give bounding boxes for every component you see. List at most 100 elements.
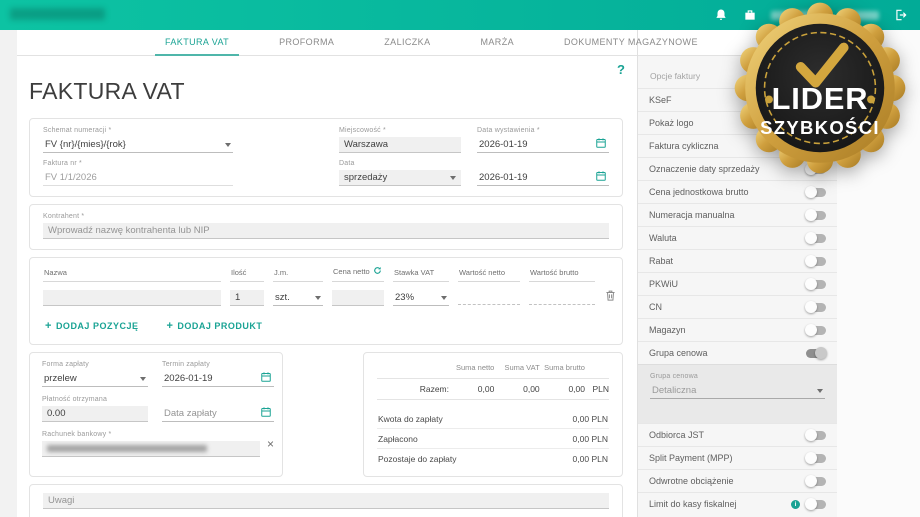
cn-toggle[interactable] <box>805 301 826 313</box>
suma-netto-header: Suma netto <box>455 363 495 372</box>
option-magazyn: Magazyn <box>638 318 837 341</box>
item-jm-select[interactable]: szt. <box>273 290 323 306</box>
miejscowosc-label: Miejscowość * <box>339 127 386 134</box>
odbiorca-jst-toggle[interactable] <box>805 429 826 441</box>
forma-zaplaty-select[interactable]: przelew <box>42 371 148 387</box>
clear-x-icon[interactable]: × <box>267 437 274 451</box>
notes-card: Uwagi Osoba upoważniona do wystawienia O… <box>29 484 623 517</box>
suma-vat-header: Suma VAT <box>504 363 540 372</box>
grupa-cenowa-label: Grupa cenowa <box>650 373 698 380</box>
data-type-select[interactable]: sprzedaży <box>339 170 461 186</box>
badge-subtitle: SZYBKOŚCI <box>760 117 880 138</box>
summary-razem-row: Razem: 0,00 0,00 0,00 PLN <box>377 378 609 400</box>
chevron-down-icon <box>441 295 447 300</box>
kontrahent-card: Kontrahent * Wprowadź nazwę kontrahenta … <box>29 204 623 250</box>
col-jm: J.m. <box>273 268 323 282</box>
option-numeracja-manualna: Numeracja manualna <box>638 203 837 226</box>
magazyn-toggle[interactable] <box>805 324 826 336</box>
calendar-icon[interactable] <box>260 406 272 421</box>
razem-brutto: 0,00 <box>568 384 585 394</box>
item-ilosc-input[interactable]: 1 <box>230 290 264 306</box>
item-wartosc-brutto-field[interactable] <box>529 291 595 305</box>
item-wartosc-netto-field[interactable] <box>458 291 520 305</box>
tab-dokumenty-magazynowe[interactable]: DOKUMENTY MAGAZYNOWE <box>554 31 708 56</box>
tab-faktura-vat[interactable]: FAKTURA VAT <box>155 31 240 56</box>
info-icon[interactable] <box>791 499 800 509</box>
odwrotne-obciazenie-toggle[interactable] <box>805 475 826 487</box>
kontrahent-label: Kontrahent * <box>43 213 85 220</box>
redacted-logo <box>10 8 105 20</box>
payment-card: Forma zapłaty przelew Termin zapłaty 202… <box>29 352 283 477</box>
lider-szybkosci-badge: LIDER SZYBKOŚCI <box>732 0 908 176</box>
tab-marza[interactable]: MARŻA <box>471 31 525 56</box>
chevron-down-icon <box>315 295 321 300</box>
chevron-down-icon <box>140 376 146 381</box>
pkwiu-toggle[interactable] <box>805 278 826 290</box>
zaplacono-row: Zapłacono 0,00 PLN <box>377 428 609 448</box>
data-label: Data <box>339 160 355 167</box>
termin-zaplaty-input[interactable]: 2026-01-19 <box>162 371 274 387</box>
redacted-bank-account <box>47 445 207 452</box>
schemat-numeracji-label: Schemat numeracji * <box>43 127 112 134</box>
option-cn: CN <box>638 295 837 318</box>
badge-title: LIDER <box>772 81 869 116</box>
notifications-bell-icon[interactable] <box>713 8 728 23</box>
items-header-row: Nazwa Ilość J.m. Cena netto Stawka VAT W… <box>43 266 609 282</box>
add-position-button[interactable]: + DODAJ POZYCJĘ <box>45 320 138 332</box>
data-zaplaty-input[interactable]: Data zapłaty <box>162 406 274 422</box>
schemat-numeracji-select[interactable]: FV {nr}/{mies}/{rok} <box>43 137 233 153</box>
grupa-cenowa-select[interactable]: Detaliczna <box>650 383 825 399</box>
faktura-nr-label: Faktura nr * <box>43 160 82 167</box>
limit-kasy-toggle[interactable] <box>805 498 826 510</box>
grupa-cenowa-panel: Grupa cenowa Detaliczna <box>638 364 837 423</box>
uwagi-input[interactable]: Uwagi <box>43 493 609 509</box>
items-card: Nazwa Ilość J.m. Cena netto Stawka VAT W… <box>29 257 623 345</box>
col-ilosc: Ilość <box>230 268 264 282</box>
chevron-down-icon <box>817 388 823 393</box>
razem-netto: 0,00 <box>477 384 495 394</box>
invoice-header-card: Schemat numeracji * FV {nr}/{mies}/{rok}… <box>29 118 623 197</box>
item-row: 1 szt. 23% <box>43 289 615 307</box>
faktura-nr-input[interactable]: FV 1/1/2026 <box>43 170 233 186</box>
numeracja-manualna-toggle[interactable] <box>805 209 826 221</box>
waluta-toggle[interactable] <box>805 232 826 244</box>
left-rail <box>0 30 17 517</box>
option-odwrotne-obciazenie: Odwrotne obciążenie <box>638 469 837 492</box>
tab-proforma[interactable]: PROFORMA <box>269 31 344 56</box>
calendar-icon[interactable] <box>595 170 607 185</box>
delete-row-trash-icon[interactable] <box>604 289 617 307</box>
summary-header-row: Suma netto Suma VAT Suma brutto <box>377 363 609 378</box>
rabat-toggle[interactable] <box>805 255 826 267</box>
rachunek-bankowy-input[interactable] <box>42 441 260 457</box>
tab-zaliczka[interactable]: ZALICZKA <box>374 31 440 56</box>
miejscowosc-input[interactable]: Warszawa <box>339 137 461 153</box>
calendar-icon[interactable] <box>260 371 272 386</box>
calendar-icon[interactable] <box>595 137 607 152</box>
data-wystawienia-label: Data wystawienia * <box>477 127 540 134</box>
refresh-icon[interactable] <box>373 266 382 277</box>
grupa-cenowa-toggle[interactable] <box>806 347 827 359</box>
add-product-button[interactable]: + DODAJ PRODUKT <box>166 320 262 332</box>
app-window: FAKTURA VAT PROFORMA ZALICZKA MARŻA DOKU… <box>0 0 920 517</box>
kontrahent-input[interactable]: Wprowadź nazwę kontrahenta lub NIP <box>43 223 609 239</box>
item-cena-netto-input[interactable] <box>332 290 384 306</box>
cena-jednostkowa-toggle[interactable] <box>805 186 826 198</box>
currency-label: PLN <box>592 384 609 394</box>
forma-zaplaty-label: Forma zapłaty <box>42 361 89 368</box>
item-stawka-vat-select[interactable]: 23% <box>393 290 449 306</box>
help-icon[interactable]: ? <box>617 62 625 77</box>
item-nazwa-input[interactable] <box>43 290 221 306</box>
option-limit-kasy: Limit do kasy fiskalnej <box>638 492 837 515</box>
split-payment-toggle[interactable] <box>805 452 826 464</box>
rachunek-bankowy-label: Rachunek bankowy * <box>42 431 112 438</box>
option-waluta: Waluta <box>638 226 837 249</box>
col-wartosc-netto: Wartość netto <box>458 268 520 282</box>
data-wystawienia-input[interactable]: 2026-01-19 <box>477 137 609 153</box>
platnosc-otrzymana-input[interactable]: 0.00 <box>42 406 148 422</box>
data-sprzedazy-input[interactable]: 2026-01-19 <box>477 170 609 186</box>
col-nazwa: Nazwa <box>43 268 221 282</box>
col-wartosc-brutto: Wartość brutto <box>529 268 595 282</box>
pozostaje-do-zaplaty-row: Pozostaje do zapłaty 0,00 PLN <box>377 448 609 468</box>
option-rabat: Rabat <box>638 249 837 272</box>
plus-icon: + <box>45 320 52 332</box>
